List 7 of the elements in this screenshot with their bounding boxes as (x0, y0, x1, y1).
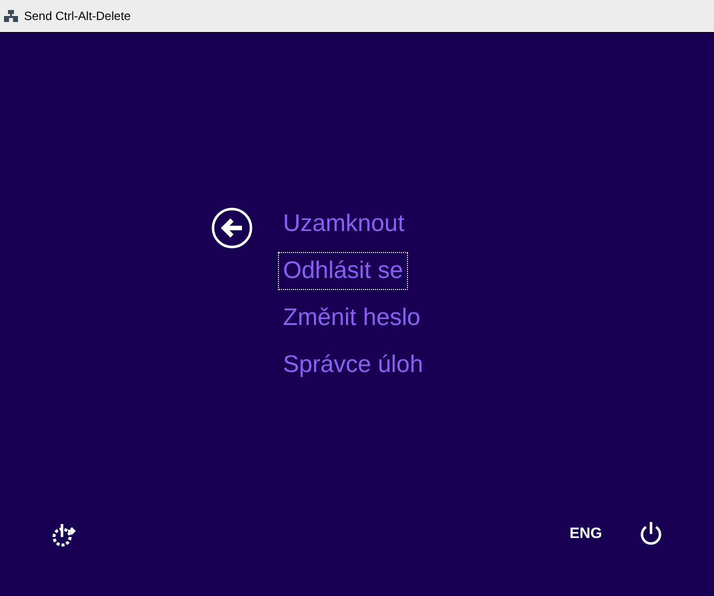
menu-option[interactable]: Změnit heslo (278, 299, 426, 337)
menu-option[interactable]: Odhlásit se (278, 252, 408, 290)
window-title: Send Ctrl-Alt-Delete (24, 8, 131, 25)
network-icon (4, 10, 18, 22)
menu-option[interactable]: Uzamknout (278, 205, 410, 243)
language-indicator[interactable]: ENG (569, 522, 602, 546)
menu-option[interactable]: Správce úloh (278, 346, 428, 384)
